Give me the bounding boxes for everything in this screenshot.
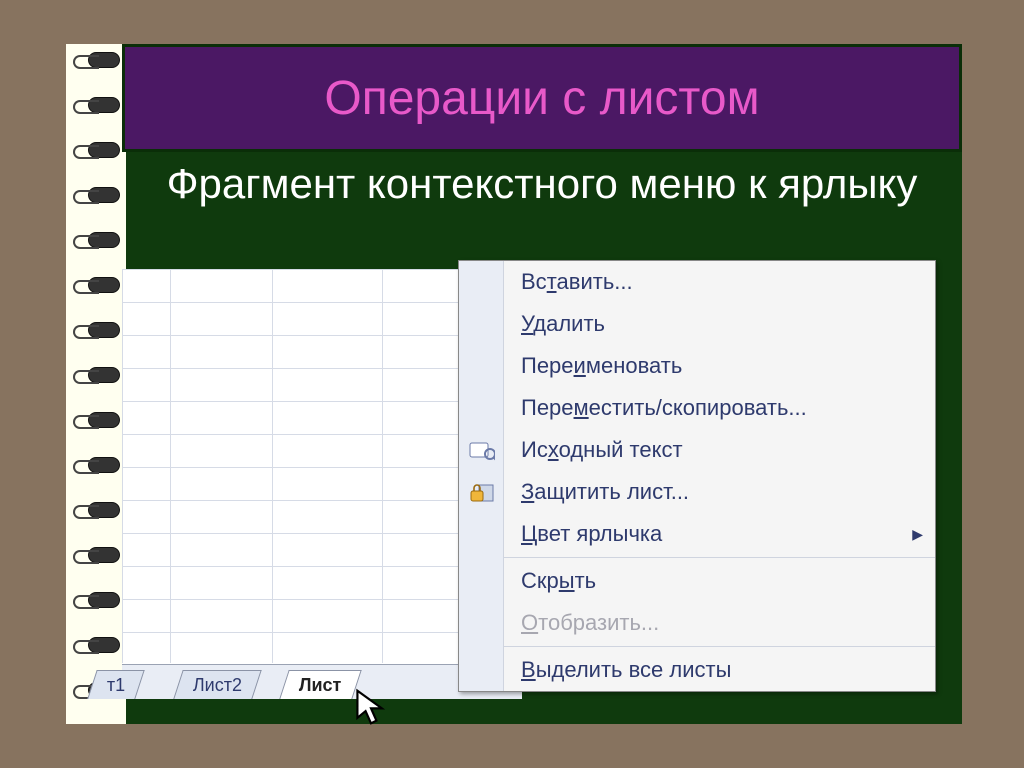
- sheet-tab-2[interactable]: Лист2: [173, 670, 262, 699]
- cursor-icon: [354, 688, 388, 731]
- sheet-tab-3-active[interactable]: Лист: [279, 670, 361, 699]
- submenu-arrow-icon: ▶: [912, 513, 923, 555]
- menu-delete[interactable]: Удалить: [503, 303, 935, 345]
- slide: Операции с листом Фрагмент контекстного …: [66, 44, 962, 724]
- menu-tab-color[interactable]: Цвет ярлычка▶: [503, 513, 935, 555]
- title-text: Операции с листом: [324, 71, 759, 126]
- sheet-tab-1[interactable]: т1: [87, 670, 145, 699]
- context-menu-icon-column: [459, 261, 504, 691]
- menu-rename[interactable]: Переименовать: [503, 345, 935, 387]
- menu-protect-sheet[interactable]: Защитить лист...: [503, 471, 935, 513]
- title-bar: Операции с листом: [122, 44, 962, 152]
- view-code-icon: [469, 439, 495, 461]
- menu-insert[interactable]: Вставить...: [503, 261, 935, 303]
- menu-view-code[interactable]: Исходный текст: [503, 429, 935, 471]
- menu-separator: [503, 557, 935, 558]
- protect-sheet-icon: [469, 481, 495, 503]
- spiral-binding: [66, 44, 126, 724]
- menu-move-copy[interactable]: Переместить/скопировать...: [503, 387, 935, 429]
- menu-hide[interactable]: Скрыть: [503, 560, 935, 602]
- context-menu: Вставить... Удалить Переименовать Переме…: [458, 260, 936, 692]
- menu-unhide: Отобразить...: [503, 602, 935, 644]
- menu-select-all-sheets[interactable]: Выделить все листы: [503, 649, 935, 691]
- subtitle-text: Фрагмент контекстного меню к ярлыку: [122, 152, 962, 218]
- menu-separator: [503, 646, 935, 647]
